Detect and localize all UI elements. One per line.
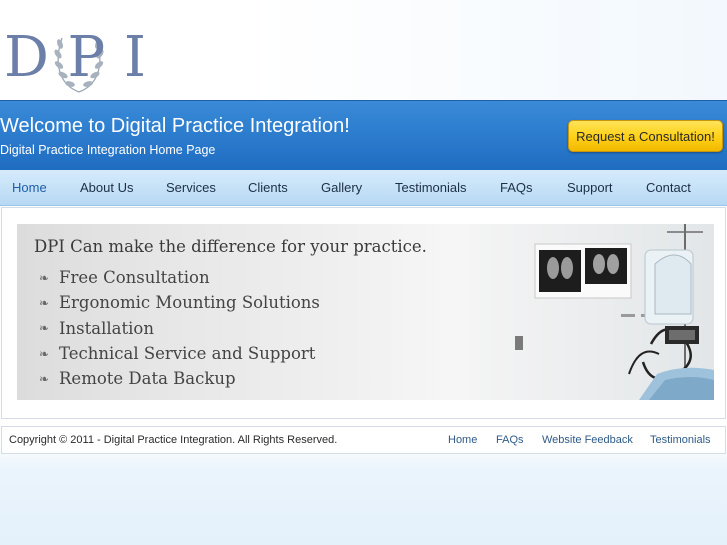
logo-letters: D P I [4,28,146,88]
nav-item-clients[interactable]: Clients [248,170,288,205]
logo-area: D P I [0,0,727,100]
list-item: ❧ Free Consultation [39,265,320,290]
fleuron-bullet-icon: ❧ [39,295,50,310]
footer-link-testimonials[interactable]: Testimonials [650,434,711,446]
nav-item-gallery[interactable]: Gallery [321,170,362,205]
fleuron-bullet-icon: ❧ [39,321,50,336]
services-list: ❧ Free Consultation ❧ Ergonomic Mounting S… [39,265,320,391]
banner-headline: DPI Can make the difference for your pra… [34,237,427,256]
content-frame: DPI Can make the difference for your pra… [1,207,726,419]
footer-link-website-feedback[interactable]: Website Feedback [542,434,633,446]
nav-item-home[interactable]: Home [12,170,47,205]
medical-equipment-image [469,224,714,400]
list-item: ❧ Technical Service and Support [39,341,320,366]
list-item-label: Remote Data Backup [59,369,236,389]
main-nav: Home About Us Services Clients Gallery T… [0,170,727,206]
logo-letter-d: D [4,25,49,90]
list-item-label: Free Consultation [59,268,210,288]
feature-banner: DPI Can make the difference for your pra… [17,224,714,400]
page-title: Welcome to Digital Practice Integration! [0,115,350,137]
nav-item-testimonials[interactable]: Testimonials [395,170,467,205]
logo-letter-i: I [123,25,146,90]
footer-link-home[interactable]: Home [448,434,477,446]
page-subtitle: Digital Practice Integration Home Page [0,143,216,157]
dpi-logo[interactable]: D P I [4,22,146,96]
footer-link-faqs[interactable]: FAQs [496,434,524,446]
header-bar: Welcome to Digital Practice Integration!… [0,100,727,170]
footer-bar: Copyright © 2011 - Digital Practice Inte… [1,426,726,454]
list-item: ❧ Ergonomic Mounting Solutions [39,290,320,315]
nav-item-faqs[interactable]: FAQs [500,170,533,205]
fleuron-bullet-icon: ❧ [39,270,50,285]
fleuron-bullet-icon: ❧ [39,371,50,386]
nav-item-contact[interactable]: Contact [646,170,691,205]
request-consultation-button[interactable]: Request a Consultation! [568,120,723,152]
list-item-label: Installation [59,318,154,338]
fleuron-bullet-icon: ❧ [39,346,50,361]
list-item-label: Technical Service and Support [59,344,316,364]
copyright-text: Copyright © 2011 - Digital Practice Inte… [9,434,338,446]
nav-item-services[interactable]: Services [166,170,216,205]
list-item: ❧ Installation [39,316,320,341]
logo-letter-p: P [67,25,106,90]
list-item: ❧ Remote Data Backup [39,366,320,391]
nav-item-support[interactable]: Support [567,170,613,205]
nav-item-about-us[interactable]: About Us [80,170,133,205]
list-item-label: Ergonomic Mounting Solutions [59,293,320,313]
